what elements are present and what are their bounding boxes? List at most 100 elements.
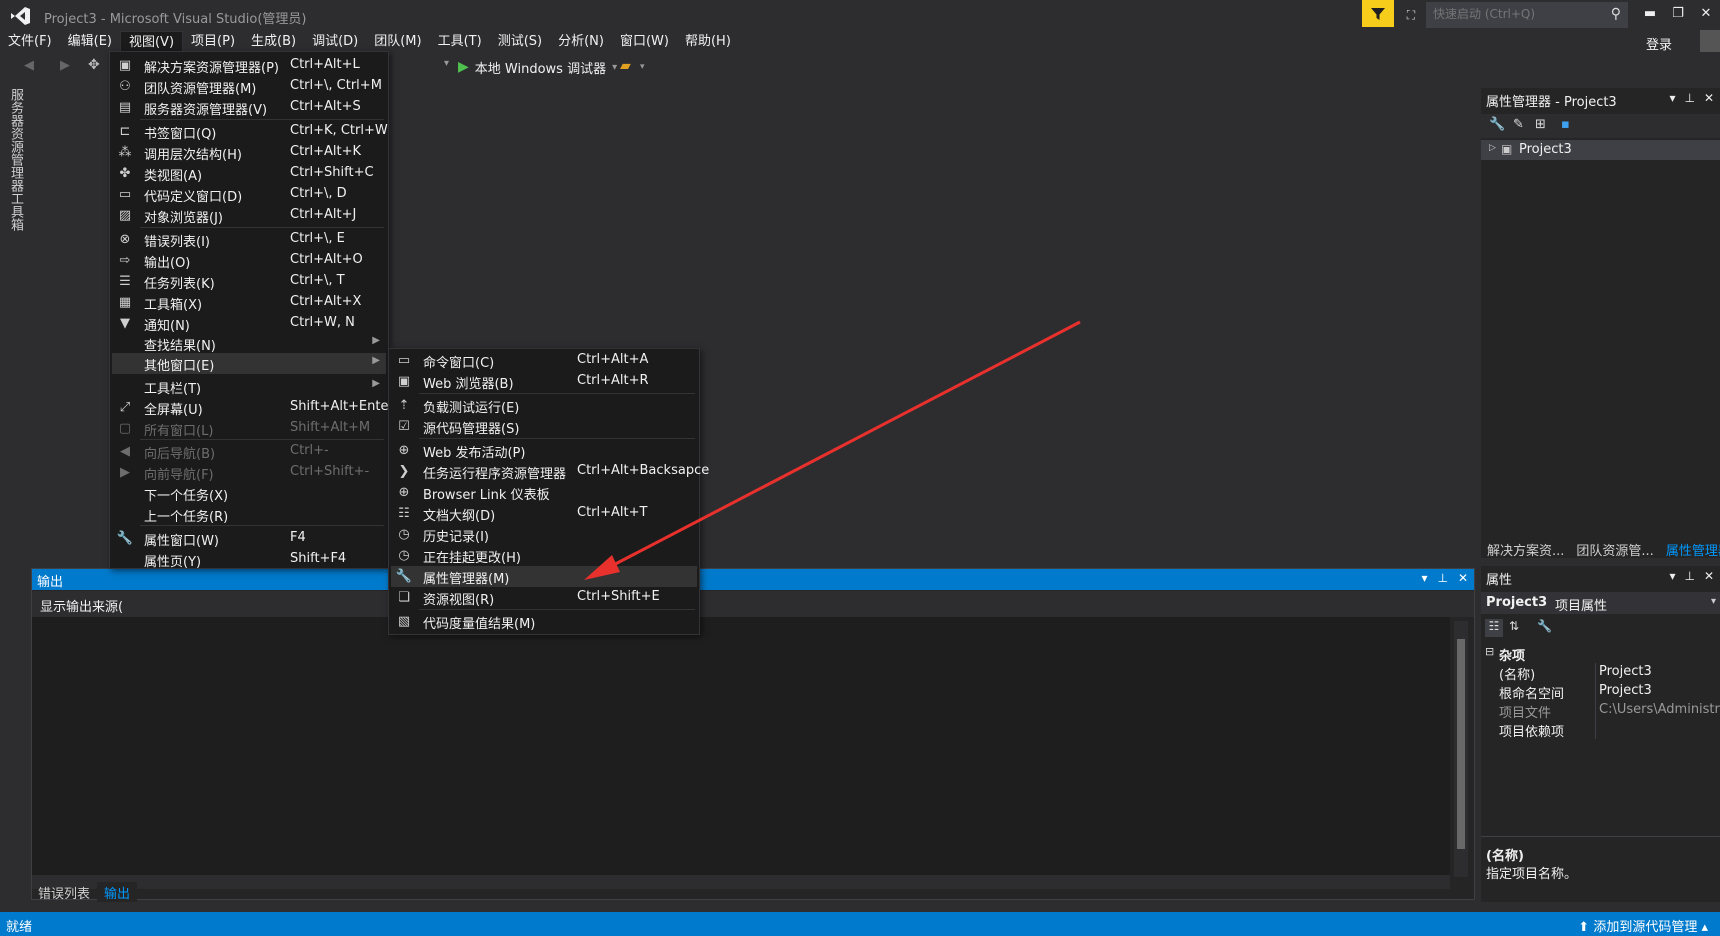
tab-property-manager[interactable]: 属性管理器 <box>1660 538 1720 559</box>
wrench-icon[interactable]: 🔧 <box>1489 117 1505 132</box>
menu-item[interactable]: ▦ 工具箱(X) Ctrl+Alt+X <box>112 292 386 313</box>
server-explorer-tab[interactable]: 服务器资源管理器 <box>6 88 25 192</box>
menu-analyze[interactable]: 分析(N) <box>550 31 612 53</box>
toolbox-tab[interactable]: 工具箱 <box>6 192 25 231</box>
search-icon[interactable]: ⚲ <box>1611 6 1621 22</box>
save-icon[interactable]: ▪ <box>1561 117 1570 132</box>
menu-item[interactable]: ▶ 向前导航(F) Ctrl+Shift+- <box>112 462 386 483</box>
back-arrow-icon[interactable]: ◀ <box>24 58 34 73</box>
pin-icon[interactable]: ⊥ <box>1437 571 1447 585</box>
tab-team-explorer[interactable]: 团队资源管... <box>1570 538 1659 559</box>
close-icon[interactable]: ✕ <box>1458 571 1468 585</box>
menu-item[interactable]: ▣ 解决方案资源管理器(P) Ctrl+Alt+L <box>112 55 386 76</box>
property-row[interactable]: 根命名空间 Project3 <box>1481 682 1720 702</box>
output-horizontal-scrollbar[interactable] <box>32 875 1450 889</box>
tab-output[interactable]: 输出 <box>97 882 138 902</box>
menu-build[interactable]: 生成(B) <box>243 31 304 53</box>
menu-tools[interactable]: 工具(T) <box>430 31 490 53</box>
property-row[interactable]: (名称) Project3 <box>1481 663 1720 683</box>
dropdown-icon[interactable]: ▾ <box>1669 569 1675 583</box>
category-row[interactable]: ⊟ 杂项 <box>1481 644 1720 664</box>
expand-arrow-icon[interactable]: ▷ <box>1489 143 1496 153</box>
menu-item[interactable]: ▭ 命令窗口(C) Ctrl+Alt+A <box>391 350 697 371</box>
menu-item[interactable]: ▢ 所有窗口(L) Shift+Alt+M <box>112 418 386 439</box>
menu-item[interactable]: 工具栏(T) ▶ <box>112 376 386 397</box>
property-value[interactable]: Project3 <box>1599 664 1652 679</box>
menu-debug[interactable]: 调试(D) <box>304 31 366 53</box>
menu-item[interactable]: ◀ 向后导航(B) Ctrl+- <box>112 441 386 462</box>
menu-item[interactable]: ⤢ 全屏幕(U) Shift+Alt+Enter <box>112 397 394 418</box>
menu-item[interactable]: ☰ 任务列表(K) Ctrl+\, T <box>112 271 386 292</box>
tab-error-list[interactable]: 错误列表 <box>31 882 97 902</box>
menu-help[interactable]: 帮助(H) <box>677 31 739 53</box>
menu-item[interactable]: ⊏ 书签窗口(Q) Ctrl+K, Ctrl+W <box>112 121 388 142</box>
properties-object-selector[interactable]: Project3 项目属性 ▾ <box>1481 592 1720 614</box>
minimize-button[interactable]: ▬ <box>1636 3 1664 25</box>
menu-item[interactable]: ⇨ 输出(O) Ctrl+Alt+O <box>112 250 386 271</box>
pin-icon[interactable]: ⊥ <box>1684 569 1694 583</box>
close-icon[interactable]: ✕ <box>1704 569 1714 583</box>
forward-arrow-icon[interactable]: ▶ <box>60 58 70 73</box>
menu-window[interactable]: 窗口(W) <box>612 31 677 53</box>
menu-item[interactable]: ⚇ 团队资源管理器(M) Ctrl+\, Ctrl+M <box>112 76 386 97</box>
output-text-area[interactable] <box>32 617 1450 875</box>
account-icon[interactable] <box>1700 30 1720 52</box>
alphabetical-icon[interactable]: ⇅ <box>1509 619 1519 633</box>
menu-item[interactable]: 上一个任务(R) <box>112 504 386 525</box>
add-to-source-control-button[interactable]: ⬆ 添加到源代码管理 ▴ <box>1578 916 1708 935</box>
menu-item[interactable]: ⊕ Browser Link 仪表板 <box>391 482 697 503</box>
property-pages-icon[interactable]: 🔧 <box>1537 619 1552 633</box>
menu-file[interactable]: 文件(F) <box>0 31 60 53</box>
menu-item[interactable]: 🔧 属性管理器(M) <box>391 566 697 587</box>
menu-team[interactable]: 团队(M) <box>366 31 429 53</box>
dropdown-icon[interactable]: ▾ <box>1669 91 1675 105</box>
folder-icon[interactable]: ▰ <box>620 58 631 74</box>
menu-item[interactable]: ❯ 任务运行程序资源管理器 Ctrl+Alt+Backsapce <box>391 461 710 482</box>
menu-item[interactable]: ▨ 对象浏览器(J) Ctrl+Alt+J <box>112 205 386 226</box>
menu-edit[interactable]: 编辑(E) <box>60 31 120 53</box>
output-vertical-scrollbar[interactable] <box>1454 621 1468 877</box>
menu-item[interactable]: ☑ 源代码管理器(S) <box>391 416 697 437</box>
menu-item[interactable]: ◷ 正在挂起更改(H) <box>391 545 697 566</box>
config-dropdown-arrow-icon[interactable]: ▾ <box>444 58 449 69</box>
menu-item[interactable]: 🔧 属性窗口(W) F4 <box>112 528 386 549</box>
menu-item[interactable]: 属性页(Y) Shift+F4 <box>112 549 386 570</box>
menu-test[interactable]: 测试(S) <box>490 31 550 53</box>
menu-item[interactable]: ☷ 文档大纲(D) Ctrl+Alt+T <box>391 503 697 524</box>
menu-item[interactable]: ❏ 资源视图(R) Ctrl+Shift+E <box>391 587 697 608</box>
menu-item[interactable]: 下一个任务(X) <box>112 483 386 504</box>
menu-item[interactable]: ⊗ 错误列表(I) Ctrl+\, E <box>112 229 386 250</box>
chevron-down-icon[interactable]: ▾ <box>1711 596 1716 607</box>
menu-view[interactable]: 视图(V) <box>119 31 184 53</box>
dropdown-icon[interactable]: ▾ <box>1421 571 1427 585</box>
close-icon[interactable]: ✕ <box>1704 91 1714 105</box>
notification-filter-icon[interactable] <box>1362 0 1394 27</box>
categorized-icon[interactable]: ☷ <box>1485 619 1503 637</box>
add-property-sheet-icon[interactable]: ✎ <box>1513 117 1524 132</box>
maximize-button[interactable]: ❐ <box>1664 3 1692 25</box>
menu-item[interactable]: 查找结果(N) ▶ <box>112 333 386 354</box>
debug-target-dropdown-icon[interactable]: ▾ <box>612 62 617 73</box>
menu-item[interactable]: ⊕ Web 发布活动(P) <box>391 440 697 461</box>
property-value[interactable]: C:\Users\Administrat <box>1599 702 1720 717</box>
add-existing-sheet-icon[interactable]: ⊞ <box>1535 117 1546 132</box>
tab-solution-explorer[interactable]: 解决方案资... <box>1481 538 1570 559</box>
collapse-icon[interactable]: ⊟ <box>1485 645 1494 658</box>
toolbar-overflow-icon[interactable]: ▾ <box>640 62 645 72</box>
property-row[interactable]: 项目文件 C:\Users\Administrat <box>1481 701 1720 721</box>
start-debugging-button[interactable]: ▶ 本地 Windows 调试器 ▾ <box>458 55 617 79</box>
quick-launch[interactable]: ⚲ <box>1426 2 1628 28</box>
menu-item[interactable]: ▧ 代码度量值结果(M) <box>391 611 697 632</box>
menu-project[interactable]: 项目(P) <box>183 31 243 53</box>
sign-in-link[interactable]: 登录 <box>1646 34 1672 53</box>
menu-item[interactable]: 其他窗口(E) ▶ <box>112 353 386 374</box>
menu-item[interactable]: ⁂ 调用层次结构(H) Ctrl+Alt+K <box>112 142 386 163</box>
close-button[interactable]: ✕ <box>1692 3 1720 25</box>
menu-item[interactable]: ▼ 通知(N) Ctrl+W, N <box>112 313 386 334</box>
menu-item[interactable]: ⇡ 负载测试运行(E) <box>391 395 697 416</box>
new-item-icon[interactable]: ✥ <box>88 57 100 73</box>
menu-item[interactable]: ▣ Web 浏览器(B) Ctrl+Alt+R <box>391 371 697 392</box>
property-row[interactable]: 项目依赖项 <box>1481 720 1720 740</box>
menu-item[interactable]: ◷ 历史记录(I) <box>391 524 697 545</box>
quick-launch-input[interactable] <box>1427 3 1609 25</box>
